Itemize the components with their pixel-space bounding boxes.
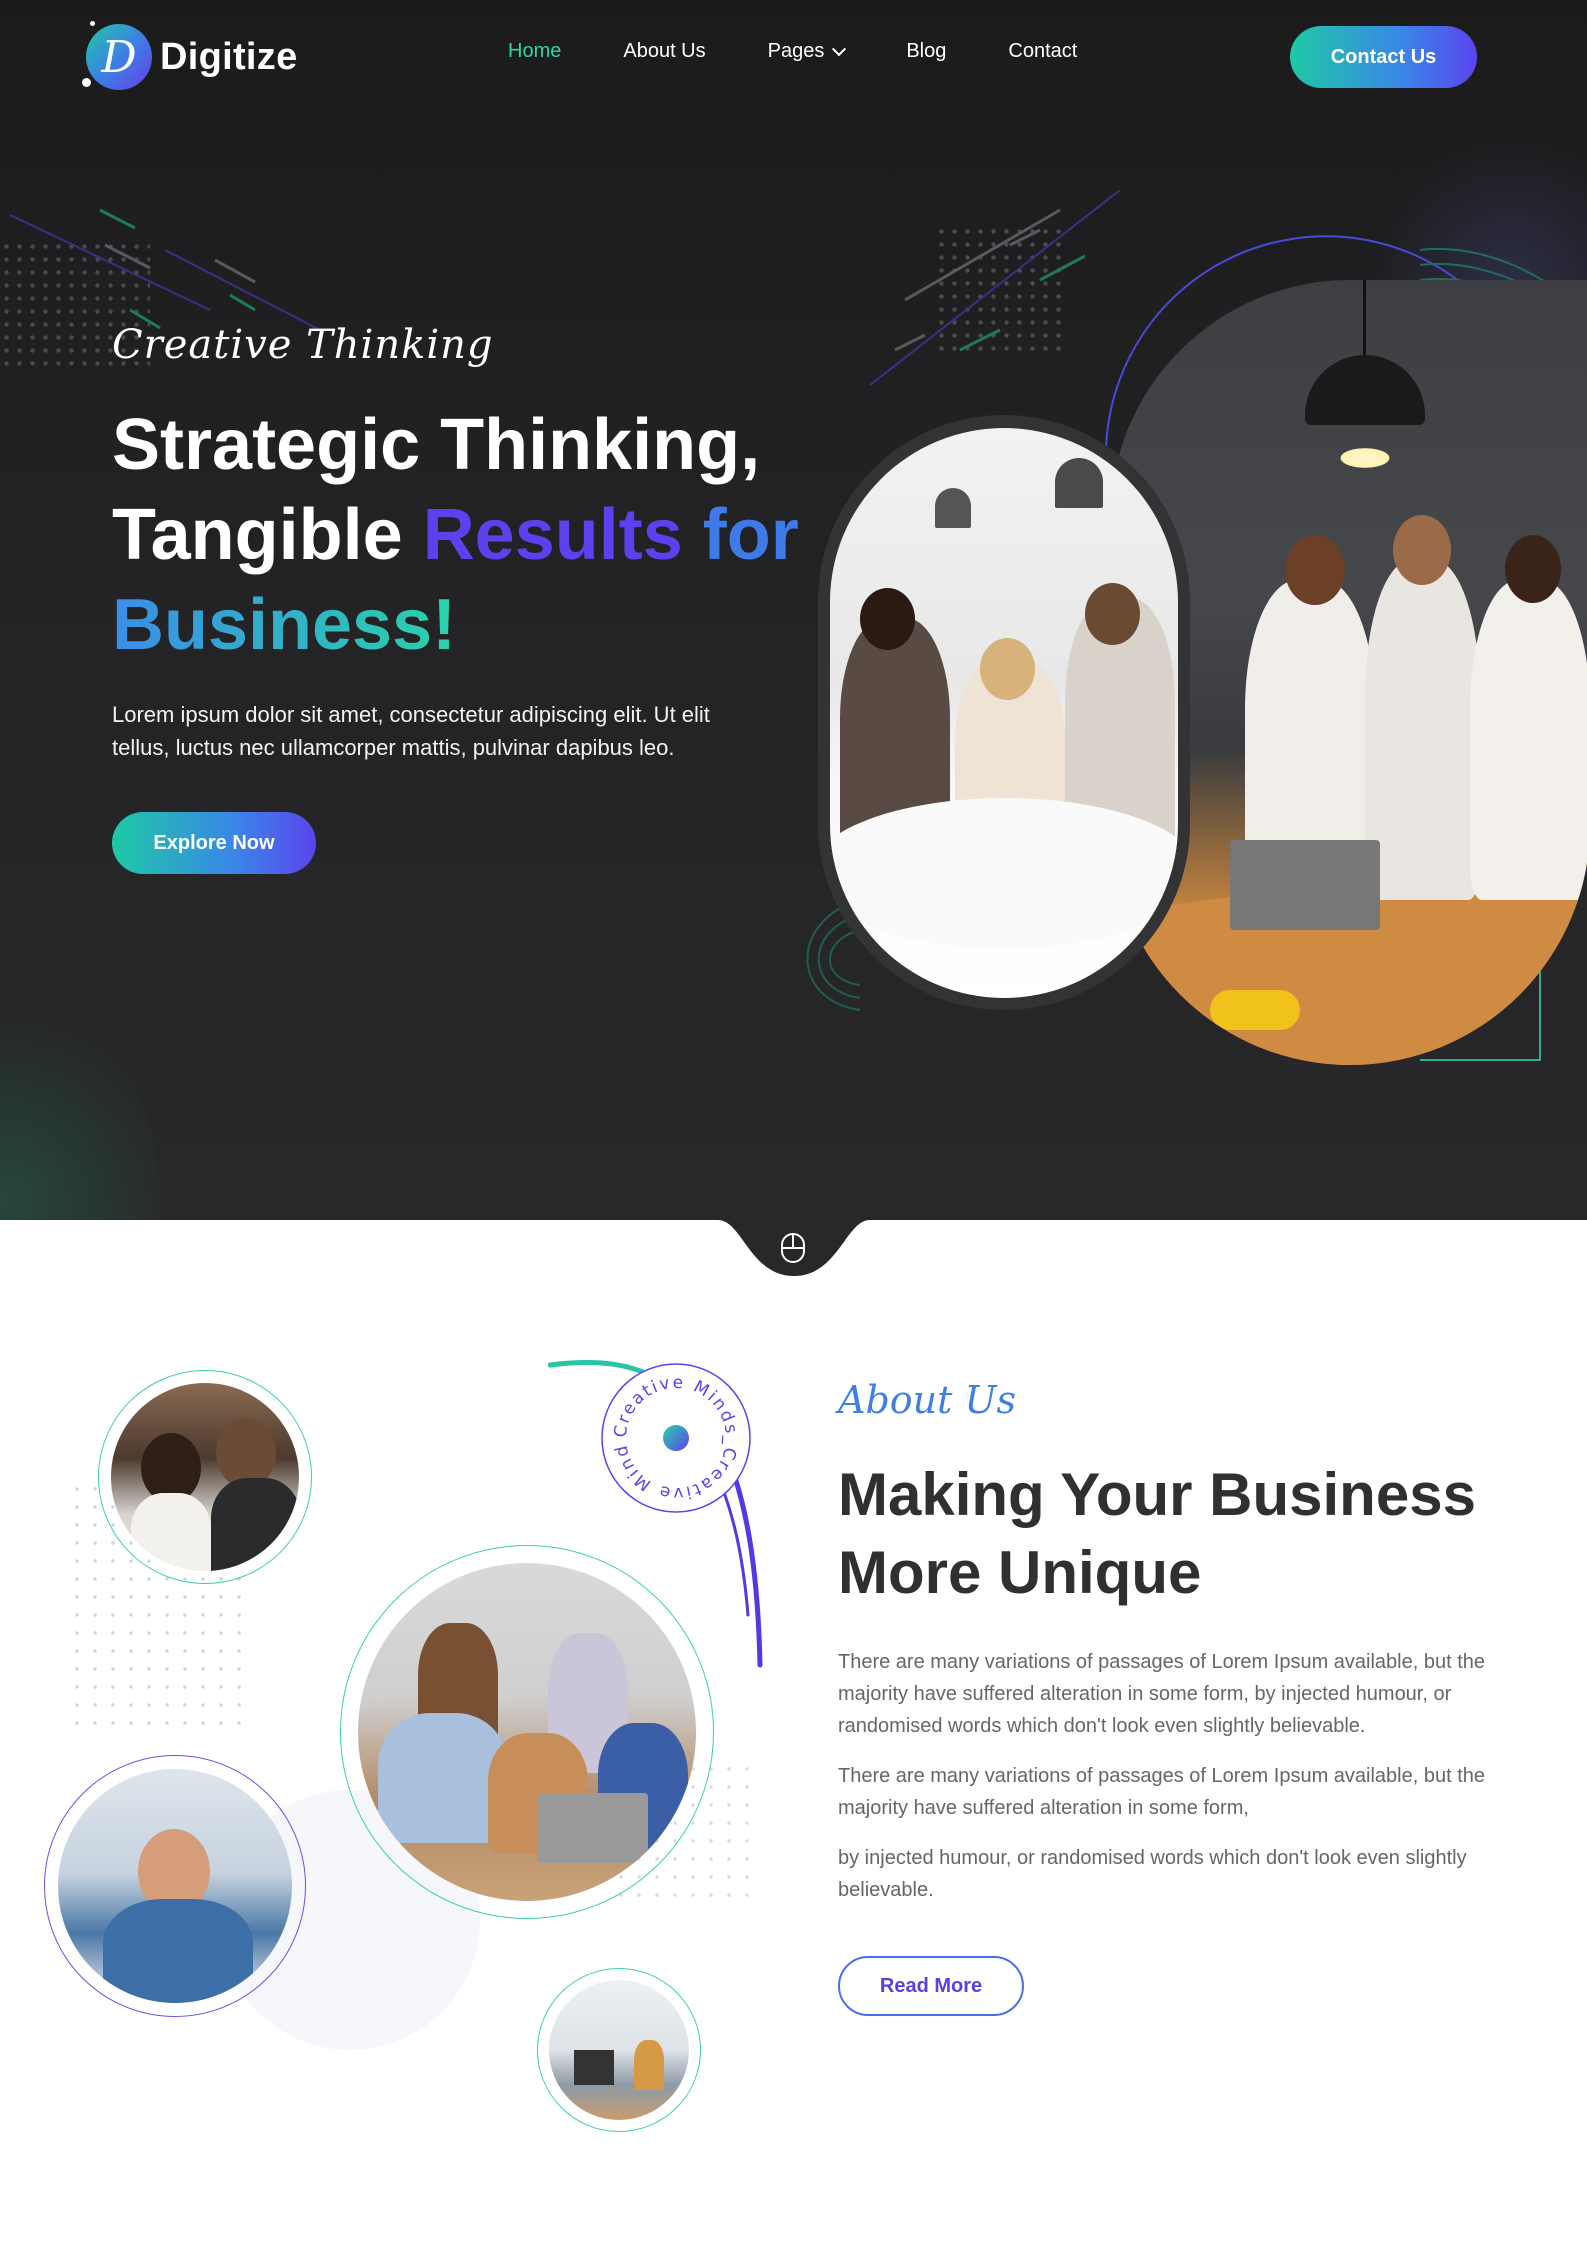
mouse-icon[interactable]	[781, 1233, 805, 1263]
about-photo-man-desk	[58, 1769, 292, 2003]
brand-name: Digitize	[160, 35, 298, 78]
about-subtitle: About Us	[838, 1378, 1016, 1422]
hero-title-highlight-business: Business!	[112, 585, 457, 665]
nav-item-about-label: About Us	[623, 40, 706, 62]
nav-item-pages[interactable]: Pages	[767, 40, 847, 63]
main-menu: Home About Us Pages Blog Contact	[508, 40, 1139, 63]
nav-item-blog[interactable]: Blog	[906, 40, 946, 63]
about-paragraph-2: There are many variations of passages of…	[838, 1765, 1486, 1819]
read-more-button[interactable]: Read More	[838, 1956, 1024, 2016]
creative-minds-badge: Creative Minds_Creative Minds_	[600, 1362, 751, 1513]
hero-description: Lorem ipsum dolor sit amet, consectetur …	[112, 702, 710, 760]
hero-title-highlight-for: for	[702, 495, 799, 575]
hero-section: D Digitize Home About Us Pages Blog Cont…	[0, 0, 1587, 1220]
nav-item-contact[interactable]: Contact	[1008, 40, 1077, 63]
brand-logo[interactable]: D Digitize	[82, 21, 298, 90]
explore-now-button[interactable]: Explore Now	[112, 812, 316, 874]
nav-item-home-label: Home	[508, 40, 562, 62]
hero-title-highlight-results: Results	[422, 495, 703, 575]
chevron-down-icon	[832, 41, 847, 56]
hero-subtitle: Creative Thinking	[112, 322, 494, 368]
hero-image-team-oval	[830, 428, 1178, 998]
nav-item-contact-label: Contact	[1008, 40, 1078, 62]
nav-item-about[interactable]: About Us	[623, 40, 705, 63]
about-paragraph-1: There are many variations of passages of…	[838, 1651, 1486, 1737]
about-photo-meeting	[111, 1383, 299, 1571]
hero-title-line2a: Tangible	[112, 495, 423, 575]
logo-mark-icon: D	[82, 21, 152, 90]
top-navigation: D Digitize Home About Us Pages Blog Cont…	[0, 0, 1587, 110]
nav-item-blog-label: Blog	[906, 40, 947, 62]
about-paragraph-3: by injected humour, or randomised words …	[838, 1847, 1467, 1901]
about-photo-office	[549, 1980, 689, 2120]
about-title: Making Your Business More Unique	[838, 1461, 1476, 1606]
nav-item-home[interactable]: Home	[508, 40, 561, 63]
nav-item-pages-label: Pages	[767, 40, 825, 62]
hero-title-line1: Strategic Thinking,	[112, 405, 761, 485]
hero-glow-left	[0, 990, 160, 1220]
hero-title: Strategic Thinking, Tangible Results for…	[112, 400, 832, 670]
contact-us-button[interactable]: Contact Us	[1290, 26, 1477, 88]
